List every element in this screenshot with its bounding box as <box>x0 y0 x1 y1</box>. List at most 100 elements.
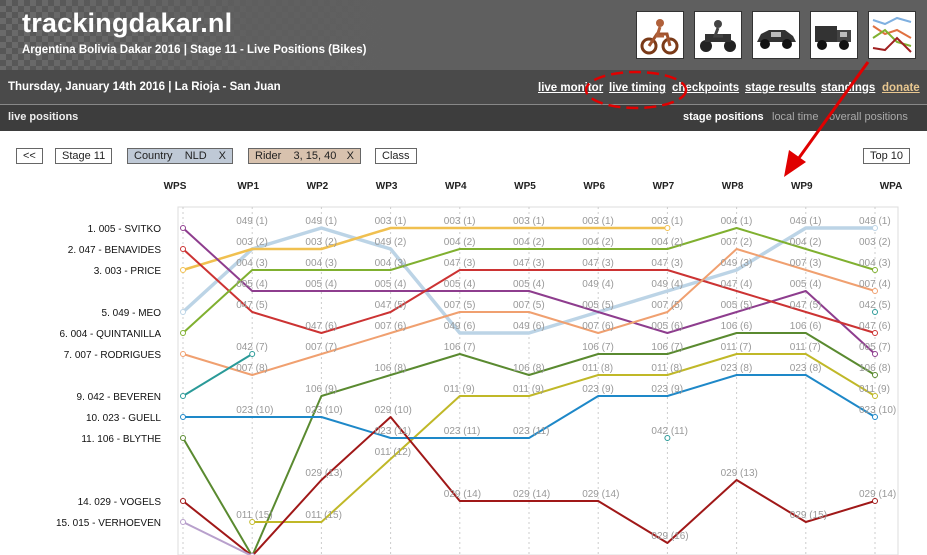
series-point-023 <box>180 414 186 420</box>
waypoint-label-wp7: WP7 <box>653 181 675 192</box>
position-label: 049 (1) <box>305 216 337 227</box>
series-point-004 <box>872 267 878 273</box>
position-label: 047 (3) <box>582 258 614 269</box>
position-label: 047 (5) <box>236 300 268 311</box>
position-label: 106 (7) <box>651 342 683 353</box>
waypoint-label-wp1: WP1 <box>237 181 259 192</box>
position-label: 004 (2) <box>651 237 683 248</box>
position-label: 003 (1) <box>582 216 614 227</box>
position-label: 005 (4) <box>375 279 407 290</box>
position-label: 003 (2) <box>305 237 337 248</box>
rider-row-label[interactable]: 11. 106 - BLYTHE <box>81 434 161 445</box>
position-label: 023 (11) <box>513 426 550 437</box>
rider-row-label[interactable]: 10. 023 - GUELL <box>86 413 161 424</box>
waypoint-label-wp2: WP2 <box>307 181 329 192</box>
rider-row-label[interactable]: 3. 003 - PRICE <box>94 266 162 277</box>
position-label: 007 (8) <box>236 363 268 374</box>
series-point-011 <box>249 519 256 525</box>
rider-row-label[interactable]: 7. 007 - RODRIGUES <box>64 350 162 361</box>
position-label: 023 (10) <box>305 405 342 416</box>
position-label: 004 (3) <box>236 258 268 269</box>
series-point-004 <box>180 330 186 336</box>
waypoint-label-wp4: WP4 <box>445 181 467 192</box>
position-label: 106 (6) <box>790 321 822 332</box>
position-label: 047 (5) <box>790 300 822 311</box>
position-label: 023 (9) <box>651 384 683 395</box>
position-label: 005 (4) <box>444 279 476 290</box>
position-label: 004 (2) <box>790 237 822 248</box>
rider-row-label[interactable]: 1. 005 - SVITKO <box>88 224 162 235</box>
position-label: 047 (5) <box>375 300 407 311</box>
rider-row-label[interactable]: 15. 015 - VERHOEVEN <box>56 518 161 529</box>
position-label: 005 (4) <box>513 279 545 290</box>
position-label: 029 (14) <box>582 489 619 500</box>
position-label: 029 (13) <box>721 468 758 479</box>
position-label: 047 (3) <box>513 258 545 269</box>
position-label: 023 (8) <box>790 363 822 374</box>
series-point-042 <box>664 435 671 441</box>
series-line-011[interactable] <box>252 353 876 523</box>
position-label: 049 (6) <box>513 321 545 332</box>
waypoint-label-wp6: WP6 <box>583 181 605 192</box>
position-label: 106 (9) <box>305 384 337 395</box>
series-line-042[interactable] <box>182 353 253 397</box>
positions-chart: WPS WP1 WP2 WP3 WP4 WP5 WP6 WP7 WP8 WP9 WPA 1. 005… <box>56 181 903 555</box>
rider-row-label[interactable]: 2. 047 - BENAVIDES <box>68 245 162 256</box>
series-point-003 <box>664 225 671 231</box>
rider-row-label[interactable]: 9. 042 - BEVEREN <box>77 392 161 403</box>
series-point-042 <box>249 351 256 357</box>
position-label: 106 (8) <box>513 363 545 374</box>
position-label: 011 (8) <box>582 363 613 374</box>
series-point-042 <box>180 393 186 399</box>
series-point-005 <box>872 351 878 357</box>
series-point-029 <box>872 498 878 504</box>
waypoint-label-wpa: WPA <box>880 181 903 192</box>
position-label: 007 (2) <box>721 237 753 248</box>
position-label: 005 (6) <box>651 321 683 332</box>
position-label: 106 (6) <box>721 321 753 332</box>
position-label: 029 (14) <box>444 489 481 500</box>
position-label: 029 (13) <box>305 468 342 479</box>
rider-row-label[interactable]: 14. 029 - VOGELS <box>78 497 162 508</box>
position-label: 106 (7) <box>582 342 614 353</box>
position-label: 003 (1) <box>513 216 545 227</box>
series-point-047 <box>180 246 186 252</box>
waypoint-label-wp3: WP3 <box>376 181 398 192</box>
series-point-049 <box>872 225 878 231</box>
position-label: 023 (8) <box>721 363 753 374</box>
position-label: 047 (3) <box>651 258 683 269</box>
position-label: 007 (6) <box>375 321 407 332</box>
position-label: 011 (9) <box>444 384 475 395</box>
position-label: 004 (2) <box>582 237 614 248</box>
series-point-007 <box>180 351 186 357</box>
position-label: 007 (7) <box>305 342 337 353</box>
position-label: 049 (4) <box>582 279 614 290</box>
position-label: 011 (12) <box>375 447 412 458</box>
position-label: 011 (7) <box>721 342 752 353</box>
position-label: 106 (8) <box>375 363 407 374</box>
rider-row-label[interactable]: 5. 049 - MEO <box>102 308 162 319</box>
position-label: 004 (2) <box>444 237 476 248</box>
position-label: 047 (6) <box>305 321 337 332</box>
series-point-007 <box>872 288 878 294</box>
position-label: 003 (2) <box>859 237 891 248</box>
position-label: 007 (3) <box>790 258 822 269</box>
position-label: 047 (3) <box>444 258 476 269</box>
position-label: 049 (2) <box>375 237 407 248</box>
position-label: 023 (10) <box>236 405 273 416</box>
series-point-106 <box>180 435 186 441</box>
position-label: 023 (10) <box>859 405 896 416</box>
series-point-106 <box>872 372 878 378</box>
waypoint-label-wp5: WP5 <box>514 181 536 192</box>
position-label: 003 (2) <box>236 237 268 248</box>
series-point-042 <box>872 309 878 315</box>
position-label: 029 (10) <box>375 405 412 416</box>
series-point-015 <box>180 519 186 525</box>
position-label: 023 (11) <box>444 426 481 437</box>
rider-row-label[interactable]: 6. 004 - QUINTANILLA <box>59 329 161 340</box>
position-label: 005 (4) <box>790 279 822 290</box>
position-label: 049 (6) <box>444 321 476 332</box>
series-point-029 <box>180 498 186 504</box>
position-label: 011 (15) <box>305 510 342 521</box>
position-label: 029 (15) <box>790 510 827 521</box>
